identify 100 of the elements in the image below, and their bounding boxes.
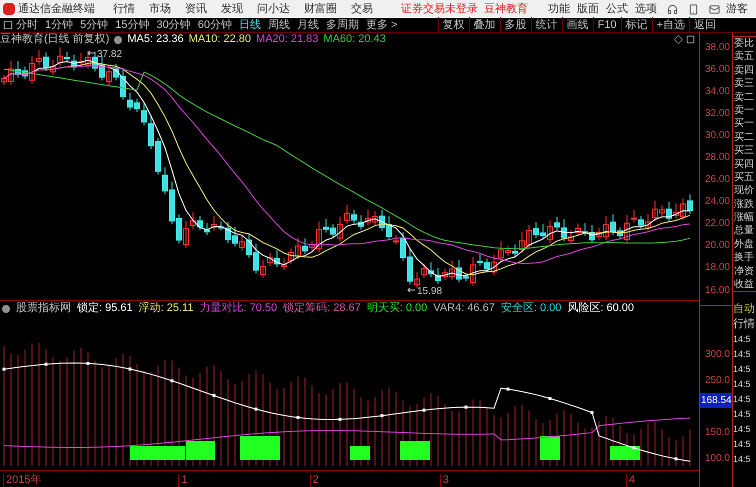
period-tab[interactable]: 更多 > bbox=[366, 16, 398, 34]
price-tick: 32.00 bbox=[704, 106, 731, 121]
indicator-value: 明天买: 0.00 bbox=[366, 301, 428, 316]
toolbar-button[interactable]: F10 bbox=[592, 16, 621, 34]
quote-label: 现价 bbox=[733, 184, 755, 198]
indicator-value: 力量对比: 70.50 bbox=[199, 301, 278, 316]
menu-item[interactable]: 功能 bbox=[548, 0, 570, 18]
indicator-tick: 300.0 bbox=[704, 348, 731, 362]
date-label: 2015年 bbox=[3, 474, 42, 487]
toolbar-button[interactable]: +自选 bbox=[652, 16, 689, 34]
period-tab[interactable]: 多周期 bbox=[326, 16, 359, 34]
chart-title: 豆神教育(日线 前复权) bbox=[0, 32, 110, 48]
toolbar-button[interactable]: 叠加 bbox=[468, 16, 500, 34]
current-value-badge: 168.54 bbox=[700, 393, 732, 408]
auto-label[interactable]: 自动 bbox=[733, 302, 756, 318]
toolbar-button[interactable]: 多股 bbox=[500, 16, 531, 34]
quote-label: 总量 bbox=[733, 224, 755, 238]
trade-time: 14:5 bbox=[733, 348, 752, 362]
trade-time: 14:5 bbox=[733, 363, 752, 376]
price-tick: 26.00 bbox=[704, 173, 731, 188]
menu-item[interactable]: 行情 bbox=[113, 0, 135, 18]
moving-average-label: MA10: 22.80 bbox=[188, 32, 252, 48]
quote-label: 买五 bbox=[733, 170, 755, 184]
quote-label: 卖一 bbox=[733, 104, 755, 118]
low-price-label: 15.98 bbox=[417, 285, 442, 299]
menu-item[interactable]: 问小达 bbox=[257, 0, 290, 18]
market-label: 行情 bbox=[733, 317, 756, 332]
moving-average-label: MA5: 23.36 bbox=[127, 32, 184, 48]
toolbar-button[interactable]: 统计 bbox=[530, 16, 562, 34]
indicator-value: VAR4: 46.67 bbox=[433, 301, 495, 316]
trade-time: 14:5 bbox=[733, 378, 752, 392]
period-tab[interactable]: 15分钟 bbox=[115, 16, 150, 34]
quote-label: 卖二 bbox=[733, 90, 755, 104]
indicator-value: 锁定: 95.61 bbox=[77, 300, 133, 316]
period-tab[interactable]: 1分钟 bbox=[45, 16, 74, 34]
login-status[interactable]: 证券交易未登录 bbox=[401, 0, 478, 18]
menu-item[interactable]: 交易 bbox=[351, 0, 373, 18]
quote-label: 卖四 bbox=[733, 64, 755, 78]
date-label: 4 bbox=[626, 474, 635, 487]
quote-label: 卖五 bbox=[733, 50, 755, 64]
price-tick: 16.00 bbox=[704, 284, 731, 298]
toolbar-button[interactable]: 复权 bbox=[438, 16, 469, 34]
quote-label: 换手 bbox=[733, 251, 755, 265]
period-tab[interactable]: 周线 bbox=[268, 16, 290, 34]
quote-label: 买三 bbox=[733, 144, 755, 158]
price-tick: 20.00 bbox=[704, 239, 731, 254]
price-tick: 24.00 bbox=[704, 195, 731, 210]
menu-item[interactable]: 市场 bbox=[149, 0, 171, 18]
toolbar-button[interactable]: 返回 bbox=[689, 16, 720, 34]
quote-label: 净资 bbox=[733, 264, 755, 278]
price-tick: 36.00 bbox=[704, 62, 731, 77]
price-tick: 22.00 bbox=[704, 217, 731, 232]
price-tick: 18.00 bbox=[704, 261, 731, 276]
indicator-value: 安全区: 0.00 bbox=[500, 300, 562, 316]
quote-label: 涨跌 bbox=[733, 198, 755, 212]
period-tab[interactable]: 月线 bbox=[297, 16, 319, 34]
brand-label: 豆神教育 bbox=[484, 2, 528, 17]
period-tab[interactable]: 60分钟 bbox=[198, 16, 232, 34]
date-label: 1 bbox=[178, 474, 188, 487]
quote-label: 外盘 bbox=[733, 238, 755, 252]
moving-average-label: MA20: 21.83 bbox=[256, 32, 318, 48]
price-tick: 30.00 bbox=[704, 128, 731, 143]
period-tab[interactable]: 5分钟 bbox=[80, 16, 108, 34]
price-tick: 28.00 bbox=[704, 151, 731, 166]
period-tab[interactable]: 日线 bbox=[239, 16, 261, 34]
indicator-value: 浮动: 25.11 bbox=[138, 301, 194, 316]
menu-item[interactable]: 发现 bbox=[221, 0, 243, 18]
quote-label: 委比 bbox=[733, 37, 755, 50]
trade-time: 14:5 bbox=[733, 393, 752, 406]
moving-average-label: MA60: 20.43 bbox=[323, 32, 386, 48]
indicator-value: 风险区: 60.00 bbox=[567, 301, 634, 316]
trade-time: 14:5 bbox=[733, 438, 752, 452]
menu-item[interactable]: 选项 bbox=[635, 0, 657, 18]
price-tick: 38.00 bbox=[704, 40, 731, 55]
trade-time: 14:5 bbox=[733, 423, 752, 436]
date-label: 2 bbox=[310, 474, 319, 487]
menu-item[interactable]: 资讯 bbox=[185, 0, 207, 18]
menu-item[interactable]: 版面 bbox=[577, 0, 599, 18]
menu-item[interactable]: 财富圈 bbox=[304, 0, 337, 18]
quote-label: 买二 bbox=[733, 130, 755, 144]
date-label: 3 bbox=[440, 474, 449, 487]
period-tab[interactable]: 分时 bbox=[16, 16, 38, 34]
quote-label: 收益 bbox=[733, 278, 755, 292]
indicator-tick: 150.0 bbox=[704, 426, 731, 440]
toolbar-button[interactable]: 画线 bbox=[562, 16, 593, 34]
trade-time: 14:5 bbox=[733, 408, 752, 422]
high-price-label: 37.82 bbox=[97, 48, 122, 62]
indicator-tick: 100.0 bbox=[704, 452, 731, 466]
toolbar-button[interactable]: 标记 bbox=[620, 16, 652, 34]
trade-time: 14:5 bbox=[733, 453, 752, 466]
menu-item[interactable]: 公式 bbox=[606, 0, 628, 18]
period-tab[interactable]: 30分钟 bbox=[156, 16, 191, 34]
user-label[interactable]: 游客 bbox=[720, 0, 748, 18]
quote-label: 买四 bbox=[733, 158, 755, 171]
indicator-tick: 250.0 bbox=[704, 374, 731, 388]
quote-label: 卖三 bbox=[733, 77, 755, 91]
trade-time: 14:5 bbox=[733, 333, 752, 346]
indicator-name: 股票指标网 bbox=[16, 301, 71, 316]
indicator-value: 锁定筹码: 28.67 bbox=[283, 300, 361, 316]
app-title: 通达信金融终端 bbox=[18, 2, 95, 17]
